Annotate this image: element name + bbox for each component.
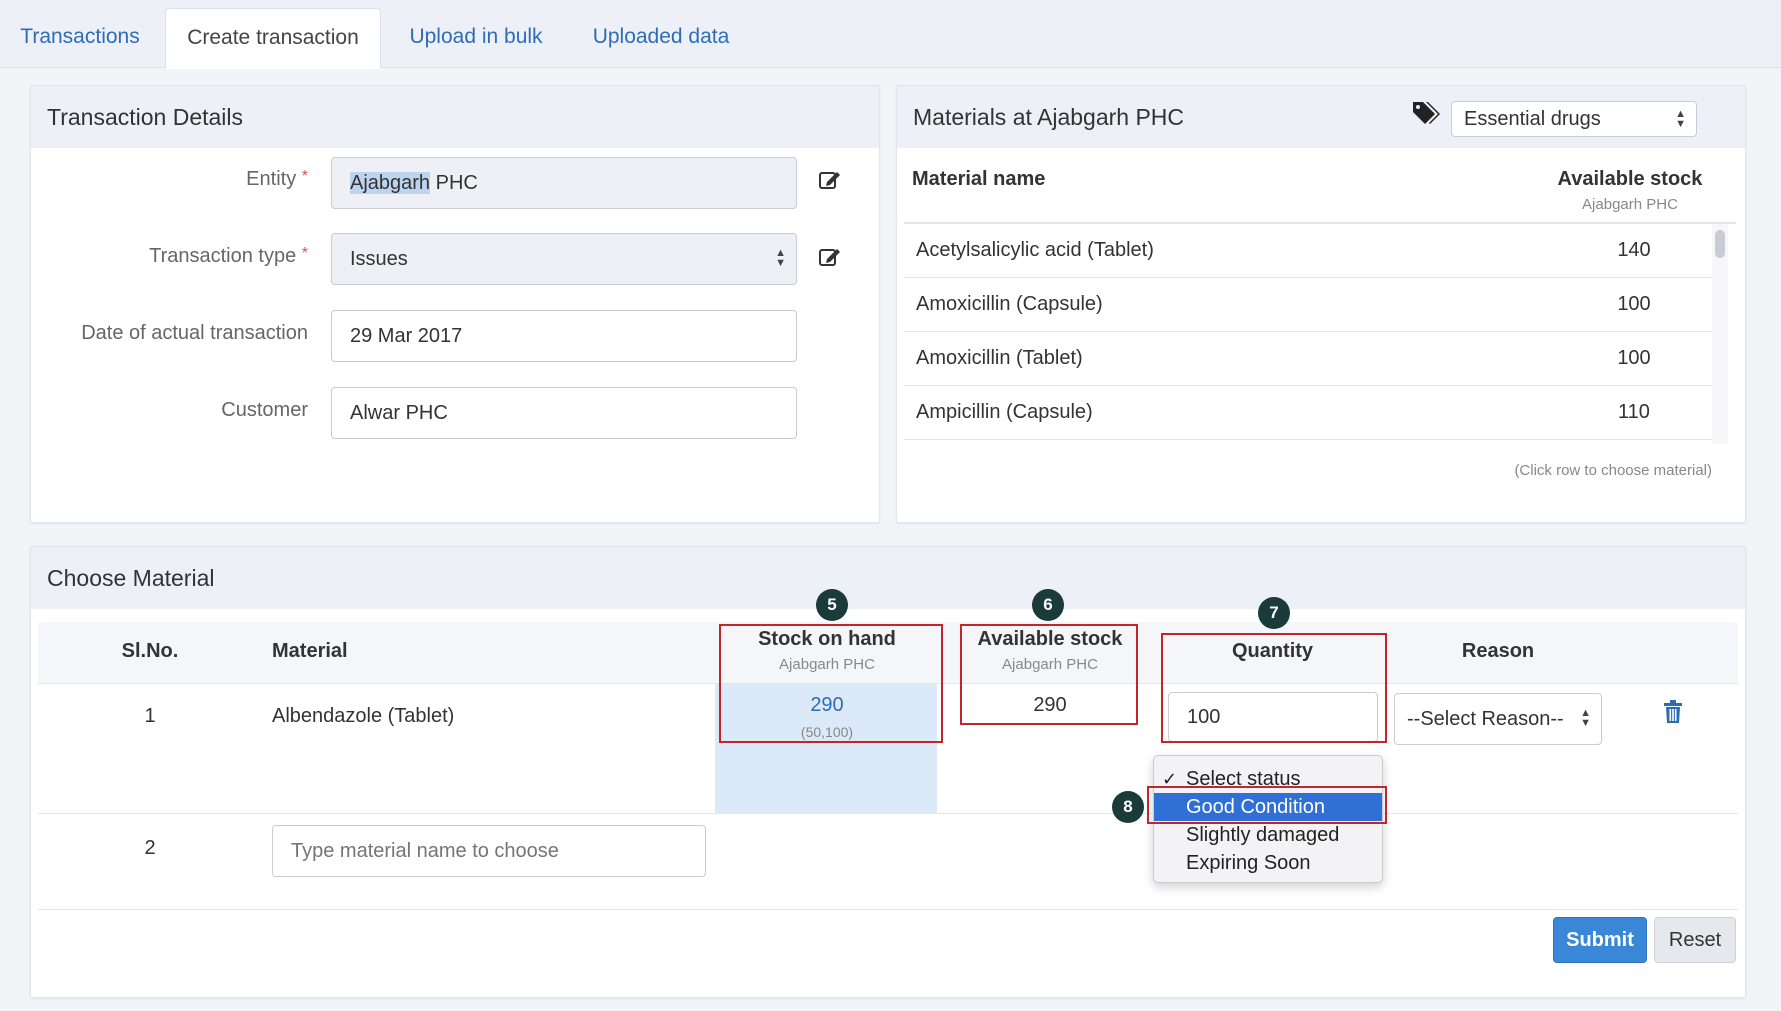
- annotation-box-quantity: [1161, 633, 1387, 743]
- edit-icon[interactable]: [818, 168, 842, 192]
- tab-uploaded-data[interactable]: Uploaded data: [575, 8, 747, 69]
- annotation-badge-6: 6: [1032, 589, 1064, 621]
- col-available-stock-sub: Ajabgarh PHC: [1582, 196, 1678, 213]
- material-row[interactable]: Amoxicillin (Tablet) 100: [904, 332, 1712, 386]
- select-arrows-icon: ▲ ▼: [1675, 108, 1686, 130]
- edit-icon[interactable]: [818, 245, 842, 269]
- date-label: Date of actual transaction: [81, 322, 308, 344]
- transaction-details-title: Transaction Details: [31, 86, 879, 148]
- material-name: Acetylsalicylic acid (Tablet): [916, 239, 1154, 261]
- row-slno: 1: [144, 705, 156, 727]
- choose-material-title: Choose Material: [31, 547, 1745, 609]
- annotation-badge-8: 8: [1112, 791, 1144, 823]
- entity-label: Entity *: [246, 168, 308, 190]
- material-name: Amoxicillin (Capsule): [916, 293, 1103, 315]
- annotation-box-stock-on-hand: [719, 624, 943, 743]
- annotation-box-good-condition: [1147, 786, 1387, 824]
- col-material: Material: [272, 640, 348, 662]
- tab-transactions[interactable]: Transactions: [0, 8, 160, 69]
- tab-bar: Transactions Create transaction Upload i…: [0, 0, 1781, 69]
- select-arrows-icon: ▲ ▼: [1580, 707, 1591, 729]
- material-stock: 100: [1617, 293, 1651, 315]
- material-tag-filter-select[interactable]: Essential drugs ▲ ▼: [1451, 101, 1697, 137]
- material-name: Ampicillin (Capsule): [916, 401, 1093, 423]
- material-row[interactable]: Amoxicillin (Capsule) 100: [904, 278, 1712, 332]
- transaction-details-panel: Transaction Details: [30, 85, 880, 523]
- trash-icon[interactable]: [1663, 700, 1683, 724]
- reset-button[interactable]: Reset: [1654, 917, 1736, 963]
- material-stock: 100: [1617, 347, 1651, 369]
- annotation-badge-5: 5: [816, 589, 848, 621]
- select-arrows-icon: ▲ ▼: [775, 247, 786, 269]
- row-material: Albendazole (Tablet): [272, 705, 455, 727]
- customer-input[interactable]: Alwar PHC: [331, 387, 797, 439]
- tab-upload-in-bulk[interactable]: Upload in bulk: [390, 8, 562, 69]
- status-option[interactable]: Expiring Soon: [1154, 849, 1382, 877]
- tab-create-transaction[interactable]: Create transaction: [165, 8, 381, 69]
- reason-select[interactable]: --Select Reason-- ▲ ▼: [1394, 693, 1602, 745]
- date-input[interactable]: 29 Mar 2017: [331, 310, 797, 362]
- status-option[interactable]: Slightly damaged: [1154, 821, 1382, 849]
- choose-material-hint: (Click row to choose material): [1514, 462, 1712, 479]
- scrollbar-thumb[interactable]: [1715, 230, 1725, 258]
- material-stock: 140: [1617, 239, 1651, 261]
- col-slno: Sl.No.: [121, 640, 179, 662]
- entity-input[interactable]: Ajabgarh PHC: [331, 157, 797, 209]
- transaction-type-select[interactable]: Issues ▲ ▼: [331, 233, 797, 285]
- material-name: Amoxicillin (Tablet): [916, 347, 1083, 369]
- annotation-badge-7: 7: [1258, 597, 1290, 629]
- material-row[interactable]: Ampicillin (Capsule) 110: [904, 386, 1712, 440]
- annotation-box-available-stock: [960, 624, 1138, 725]
- col-reason: Reason: [1461, 640, 1535, 662]
- material-search-input[interactable]: [272, 825, 706, 877]
- transaction-type-label: Transaction type *: [149, 245, 308, 267]
- col-available-stock: Available stock: [1557, 168, 1703, 190]
- submit-button[interactable]: Submit: [1553, 917, 1647, 963]
- scrollbar-track[interactable]: [1712, 224, 1728, 444]
- col-material-name: Material name: [912, 168, 1046, 190]
- material-stock: 110: [1618, 401, 1650, 423]
- customer-label: Customer: [221, 399, 308, 421]
- tags-icon: [1413, 102, 1440, 124]
- material-row[interactable]: Acetylsalicylic acid (Tablet) 140: [904, 224, 1712, 278]
- row-slno: 2: [144, 837, 156, 859]
